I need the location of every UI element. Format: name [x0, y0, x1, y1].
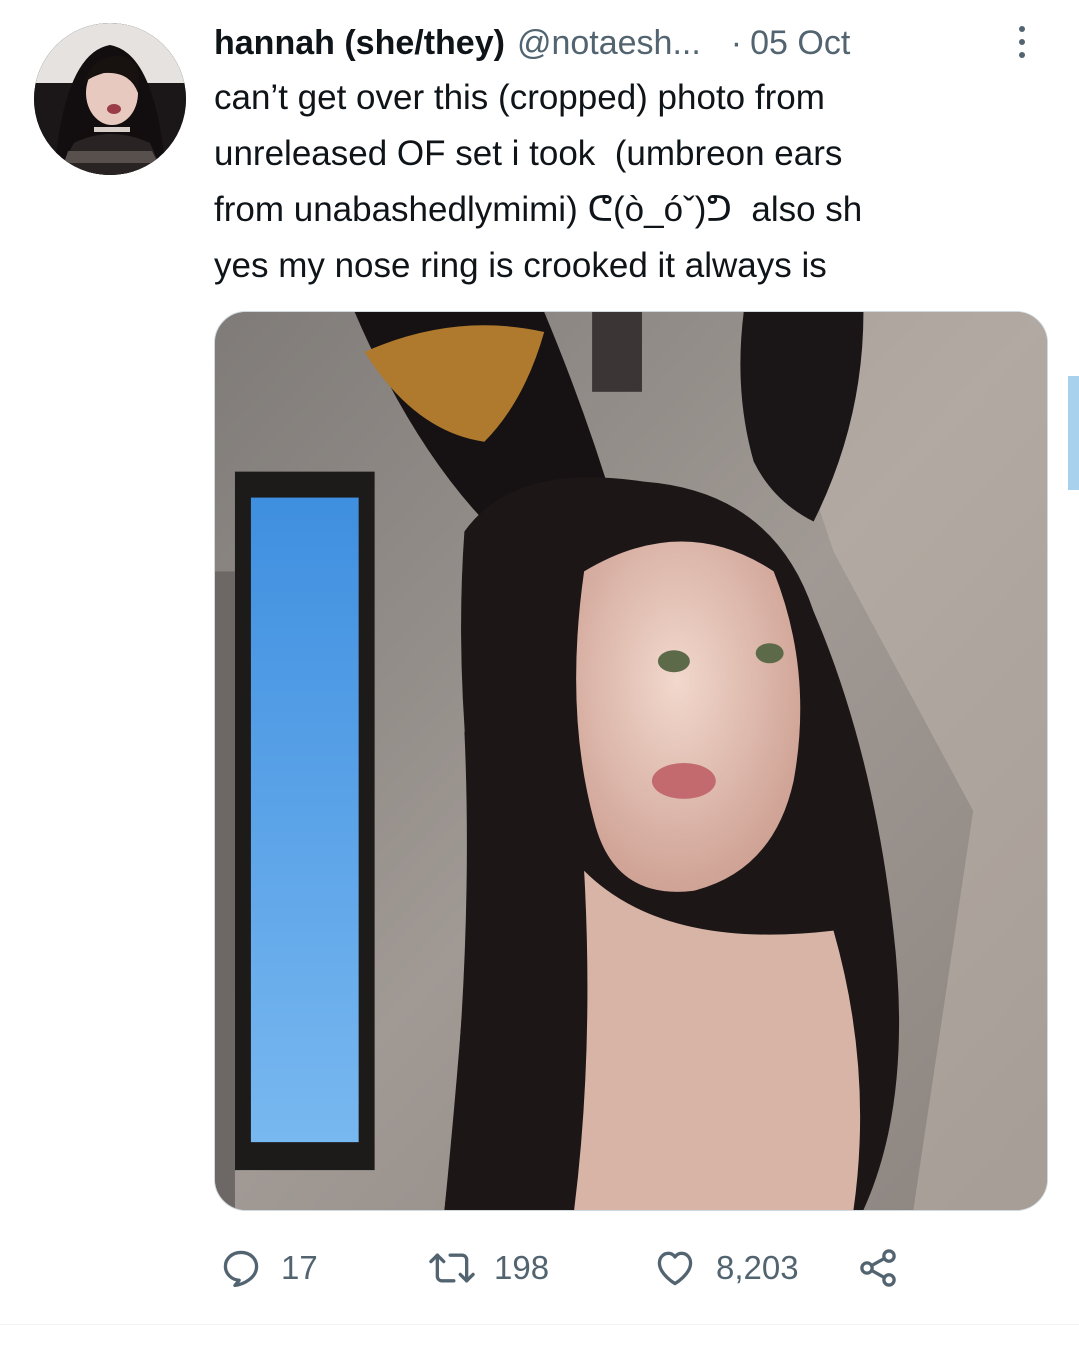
scrollbar-thumb[interactable]: [1068, 376, 1079, 490]
bottom-divider: [0, 1324, 1079, 1325]
tweet-timestamp[interactable]: 05 Oct: [750, 18, 850, 68]
avatar-photo: [34, 23, 186, 175]
share-nodes-icon: [860, 1249, 896, 1287]
retweet-arrows-icon: [429, 1253, 475, 1283]
separator-dot: ·: [730, 24, 743, 62]
tweet-actions: 17 198 8,203: [214, 1238, 1034, 1298]
share-button[interactable]: [856, 1238, 900, 1298]
reply-count: 17: [281, 1249, 318, 1286]
heart-icon: [657, 1251, 693, 1286]
tweet-header: hannah (she/they) @notaesh... · 05 Oct: [214, 18, 850, 68]
retweet-button[interactable]: 198: [428, 1238, 549, 1298]
more-vertical-icon[interactable]: [1010, 22, 1034, 62]
tweet-photo[interactable]: [214, 311, 1048, 1211]
photo-illustration: [215, 312, 1047, 1210]
reply-bubble-icon: [223, 1250, 259, 1288]
retweet-count: 198: [494, 1249, 550, 1286]
reply-button[interactable]: 17: [219, 1238, 318, 1298]
like-button[interactable]: 8,203: [652, 1238, 799, 1298]
tweet[interactable]: hannah (she/they) @notaesh... · 05 Oct c…: [0, 0, 1079, 1325]
like-count: 8,203: [716, 1249, 799, 1286]
avatar[interactable]: [34, 23, 186, 175]
user-handle[interactable]: @notaesh...: [517, 18, 701, 68]
tweet-text: can’t get over this (cropped) photo from…: [214, 78, 863, 285]
display-name[interactable]: hannah (she/they): [214, 18, 505, 68]
